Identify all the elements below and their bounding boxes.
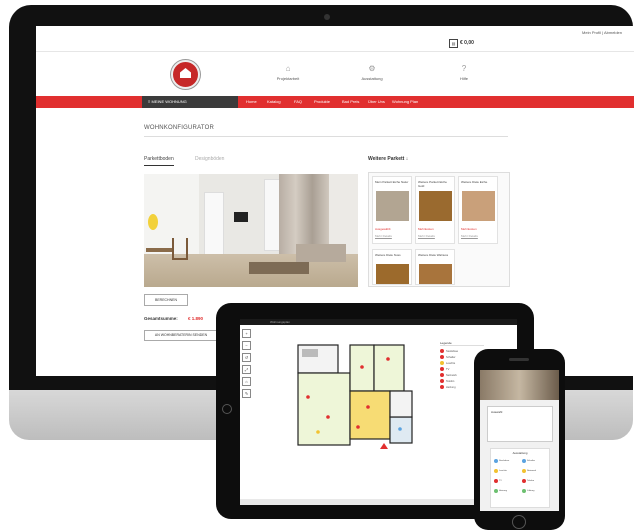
tv-icon <box>494 479 498 483</box>
nav-item[interactable]: Wohnung Plan <box>392 96 418 108</box>
nav-current-menu[interactable]: ≡ MEINE WOHNUNG <box>142 96 238 108</box>
speaker-icon <box>509 358 529 361</box>
phone-icon <box>522 479 526 483</box>
home-button-icon[interactable] <box>512 515 526 529</box>
house-icon <box>180 68 191 78</box>
parkett-swatch <box>462 191 495 221</box>
heating-icon <box>440 385 444 389</box>
list-item[interactable]: Steckdose <box>494 459 509 463</box>
equipment-list: Ausstattung Steckdose Schalter Leuchte N… <box>490 448 550 508</box>
nav-item[interactable]: Home <box>246 96 257 108</box>
tablet-toolbar: Wohnungsplan <box>240 319 517 325</box>
camera-icon <box>324 14 330 20</box>
calculate-button[interactable]: BERECHNEN <box>144 294 188 306</box>
list-item[interactable]: Heizung <box>494 489 507 493</box>
tab-designboeden[interactable]: Designböden <box>195 156 224 162</box>
list-item[interactable]: TV <box>494 479 502 483</box>
tv-icon <box>440 367 444 371</box>
help-icon: ? <box>461 64 467 73</box>
list-item[interactable]: Lüftung <box>522 489 534 493</box>
zoom-out-icon[interactable]: − <box>242 341 251 350</box>
floor-plan-drawing <box>297 344 413 449</box>
phone-frame: Auswahl Ausstattung Steckdose Schalter L… <box>474 349 565 530</box>
plant-icon <box>148 214 158 230</box>
legend-title: Legende <box>440 341 484 346</box>
parkett-card[interactable]: Weitere Diele Eiche Mehrkosten Mehr Deta… <box>458 176 498 244</box>
total-value: € 1.890 <box>188 316 204 321</box>
modal-title: Auswahl <box>491 410 503 414</box>
main-nav-bar: ≡ MEINE WOHNUNG Home Katalog FAQ Produkt… <box>36 96 634 108</box>
parkett-card[interactable]: Weitere Diele Nuss <box>372 249 412 285</box>
header-nav-projektarbeit[interactable]: ⌂ Projektarbeit <box>258 64 318 81</box>
header-nav-hilfe[interactable]: ? Hilfe <box>434 64 494 81</box>
settings-icon: ⚙ <box>368 64 376 73</box>
parkett-options-panel: Mein Parkett Eiche Natur Ausgewählt Mehr… <box>368 172 510 287</box>
tab-parkettboden[interactable]: Parkettboden <box>144 156 174 166</box>
cart-row: ▤ € 0,00 <box>36 37 634 52</box>
nav-item[interactable]: FAQ <box>294 96 302 108</box>
list-item[interactable]: Telefon <box>522 479 534 483</box>
parkett-choice-title[interactable]: Weitere Parkett ↓ <box>368 156 408 162</box>
selection-modal[interactable]: Auswahl <box>487 406 553 442</box>
network-icon <box>440 373 444 377</box>
nav-item[interactable]: Katalog <box>267 96 281 108</box>
plan-tools: + − ↺ ⤢ ⌂ ✎ <box>242 329 251 401</box>
parkett-card[interactable]: Mein Parkett Eiche Natur Ausgewählt Mehr… <box>372 176 412 244</box>
switch-icon <box>522 459 526 463</box>
nav-item[interactable]: Bad Preis <box>342 96 359 108</box>
edit-icon[interactable]: ✎ <box>242 389 251 398</box>
reset-icon[interactable]: ↺ <box>242 353 251 362</box>
vent-icon <box>522 489 526 493</box>
parkett-swatch <box>376 191 409 221</box>
fullscreen-icon[interactable]: ⤢ <box>242 365 251 374</box>
nav-item[interactable]: Über Uns <box>368 96 385 108</box>
list-item[interactable]: Schalter <box>522 459 535 463</box>
nav-item[interactable]: Produkte <box>314 96 330 108</box>
parkett-swatch <box>376 264 409 284</box>
home-icon[interactable]: ⌂ <box>242 377 251 386</box>
parkett-card[interactable]: Weitere Diele Walnuss <box>415 249 455 285</box>
cart-price[interactable]: € 0,00 <box>460 40 474 46</box>
parkett-swatch <box>419 264 452 284</box>
divider <box>144 136 508 137</box>
site-header: ⌂ Projektarbeit ⚙ Ausstattung ? Hilfe <box>36 56 634 92</box>
list-item[interactable]: Leuchte <box>494 469 507 473</box>
home-icon: ⌂ <box>285 64 291 73</box>
switch-icon <box>440 355 444 359</box>
account-links[interactable]: Mein Profil | Abmelden <box>582 30 622 35</box>
page-title: WOHNKONFIGURATOR <box>144 125 214 131</box>
total-label: Gesamtsumme: <box>144 316 178 321</box>
send-to-advisor-button[interactable]: AN WOHNBERATERIN SENDEN <box>144 330 218 341</box>
equipment-list-title: Ausstattung <box>512 451 528 455</box>
heating-icon <box>494 489 498 493</box>
phone-icon <box>440 379 444 383</box>
phone-screen: Auswahl Ausstattung Steckdose Schalter L… <box>480 370 559 511</box>
socket-icon <box>494 459 498 463</box>
home-button-icon <box>222 404 232 414</box>
parkett-swatch <box>419 191 452 221</box>
cart-icon[interactable]: ▤ <box>449 39 458 48</box>
header-nav-ausstattung[interactable]: ⚙ Ausstattung <box>342 64 402 81</box>
light-icon <box>494 469 498 473</box>
socket-icon <box>440 349 444 353</box>
room-preview-image <box>144 174 358 287</box>
room-photo <box>480 370 559 400</box>
network-icon <box>522 469 526 473</box>
tablet-status-text: Wohnungsplan <box>270 320 290 324</box>
parkett-card[interactable]: Weitere Parkett Eiche Gold Mehrkosten Me… <box>415 176 455 244</box>
tv-icon <box>234 212 248 222</box>
light-icon <box>440 361 444 365</box>
zoom-in-icon[interactable]: + <box>242 329 251 338</box>
logo[interactable] <box>171 60 200 89</box>
floor-plan[interactable] <box>288 337 418 462</box>
list-item[interactable]: Netzwerk <box>522 469 536 473</box>
